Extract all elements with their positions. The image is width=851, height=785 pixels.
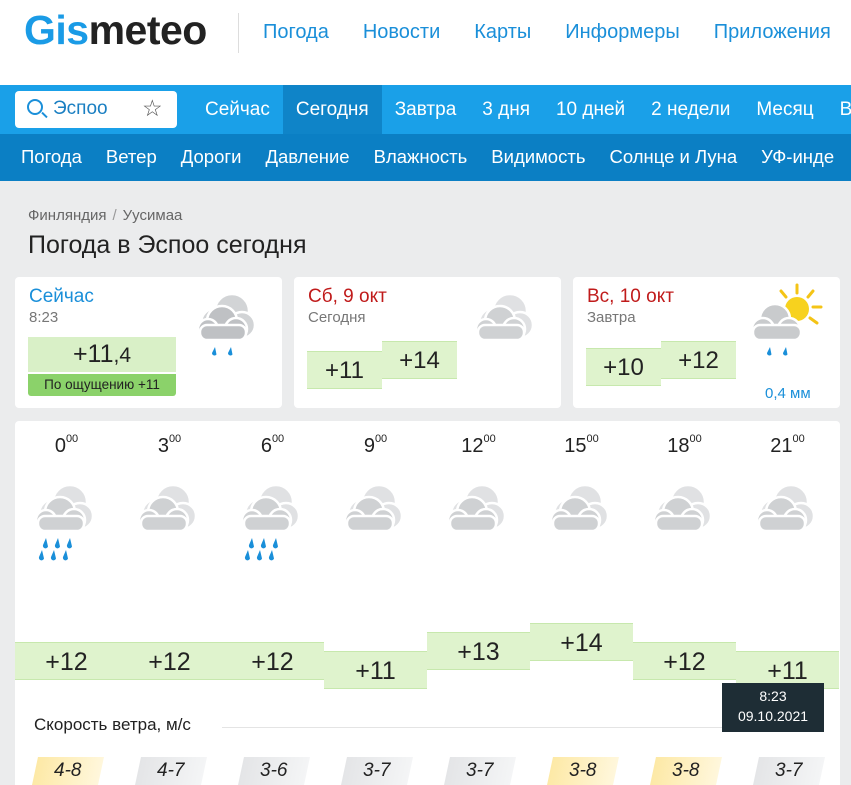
cloud-icon (474, 292, 535, 342)
wind-speed-value: 4-7 (135, 757, 207, 785)
topnav-news[interactable]: Новости (363, 21, 440, 44)
wind-speed-value: 3-7 (753, 757, 825, 785)
breadcrumb-country[interactable]: Финляндия (28, 207, 106, 224)
parameter-tabs: Погода Ветер Дороги Давление Влажность В… (9, 134, 846, 181)
search-icon (27, 99, 43, 115)
wind-speed-value: 3-6 (238, 757, 310, 785)
hour-label: 900 (363, 433, 388, 457)
topnav-weather[interactable]: Погода (263, 21, 329, 44)
tab-tomorrow[interactable]: Завтра (382, 85, 470, 134)
current-time-tooltip: 8:23 09.10.2021 (722, 683, 824, 732)
cloud-icon (541, 476, 621, 571)
cloud-icon (438, 476, 518, 571)
tab-today[interactable]: Сегодня (282, 85, 382, 134)
cloud-icon (129, 476, 209, 571)
sun-cloud-rain-icon (750, 283, 823, 356)
now-title: Сейчас (29, 286, 94, 307)
tomorrow-date: Вс, 10 окт (587, 286, 674, 307)
cloud-icon (644, 476, 724, 571)
hour-label: 600 (260, 433, 285, 457)
page-title: Погода в Эспоо сегодня (28, 231, 307, 259)
hour-label: 2100 (770, 433, 805, 457)
tomorrow-max-temp: +12 (661, 341, 736, 379)
hourly-temperature: +14 (530, 623, 633, 661)
hourly-temperature: +11 (324, 651, 427, 689)
subtab-visibility[interactable]: Видимость (479, 134, 597, 181)
hourly-temperature: +12 (118, 641, 221, 680)
tooltip-date: 09.10.2021 (737, 708, 809, 724)
hourly-column: 600 +12 (221, 421, 324, 785)
wind-divider (222, 727, 722, 728)
wind-speed-label: Скорость ветра, м/с (34, 715, 191, 734)
breadcrumb: Финляндия / Уусимаа (28, 207, 182, 224)
hourly-column: 1800 +12 (633, 421, 736, 785)
tab-month[interactable]: Месяц (743, 85, 826, 134)
today-card[interactable]: Сб, 9 окт Сегодня +11 +14 (294, 277, 561, 408)
wind-speed-value: 3-7 (341, 757, 413, 785)
topnav-informers[interactable]: Информеры (565, 21, 680, 44)
cloud-icon (747, 476, 827, 571)
breadcrumb-region[interactable]: Уусимаа (123, 207, 183, 224)
tab-10-days[interactable]: 10 дней (543, 85, 638, 134)
hour-label: 300 (157, 433, 182, 457)
cloud-rain-icon (196, 292, 257, 356)
tab-3-days[interactable]: 3 дня (469, 85, 543, 134)
subtab-uv-index[interactable]: УФ-инде (749, 134, 846, 181)
today-min-temp: +11 (307, 351, 382, 389)
tomorrow-card[interactable]: Вс, 10 окт Завтра +10 +12 0,4 мм (573, 277, 840, 408)
tab-now[interactable]: Сейчас (192, 85, 283, 134)
today-max-temp: +14 (382, 341, 457, 379)
tab-more[interactable]: В (827, 85, 851, 134)
cloud-rain-icon (26, 476, 106, 571)
hour-label: 1200 (461, 433, 496, 457)
tomorrow-label: Завтра (587, 309, 636, 326)
search-city-input[interactable]: Эспоо (53, 98, 108, 120)
tooltip-time: 8:23 (759, 688, 787, 704)
hourly-column: 900 +11 (324, 421, 427, 785)
hour-label: 000 (54, 433, 79, 457)
hourly-temperature: +12 (15, 641, 118, 680)
subtab-roads[interactable]: Дороги (169, 134, 254, 181)
now-time: 8:23 (29, 309, 59, 326)
hourly-temperature: +13 (427, 632, 530, 671)
hourly-column: 1200 +13 (427, 421, 530, 785)
tab-2-weeks[interactable]: 2 недели (638, 85, 743, 134)
subtab-weather[interactable]: Погода (9, 134, 94, 181)
now-temperature: +11,4 (28, 337, 176, 372)
hour-label: 1800 (667, 433, 702, 457)
breadcrumb-separator: / (112, 207, 117, 224)
tomorrow-min-temp: +10 (586, 348, 661, 386)
today-label: Сегодня (308, 309, 366, 326)
tomorrow-precipitation: 0,4 мм (765, 385, 811, 402)
now-card[interactable]: Сейчас 8:23 +11,4 По ощущению +11 (15, 277, 282, 408)
subtab-sun-moon[interactable]: Солнце и Луна (597, 134, 749, 181)
hourly-temperature: +12 (221, 641, 324, 680)
subtab-wind[interactable]: Ветер (94, 134, 169, 181)
feels-like-badge: По ощущению +11 (28, 374, 176, 396)
cloud-icon (335, 476, 415, 571)
header-divider (238, 13, 239, 53)
site-header: Gismeteo Погода Новости Карты Информеры … (0, 0, 851, 85)
wind-speed-value: 3-7 (444, 757, 516, 785)
hourly-column: 1500 +14 (530, 421, 633, 785)
top-navigation: Погода Новости Карты Информеры Приложени… (263, 21, 851, 44)
period-tabs: Сейчас Сегодня Завтра 3 дня 10 дней 2 не… (192, 85, 851, 134)
wind-speed-value: 3-8 (547, 757, 619, 785)
wind-speed-value: 4-8 (32, 757, 104, 785)
wind-speed-value: 3-8 (650, 757, 722, 785)
topnav-maps[interactable]: Карты (474, 21, 531, 44)
cloud-rain-icon (232, 476, 312, 571)
hour-label: 1500 (564, 433, 599, 457)
today-date: Сб, 9 окт (308, 286, 387, 307)
city-search[interactable]: Эспоо ☆ (15, 91, 177, 128)
favorite-star-icon[interactable]: ☆ (142, 95, 163, 122)
hourly-temperature: +12 (633, 641, 736, 680)
subtab-humidity[interactable]: Влажность (362, 134, 480, 181)
gismeteo-logo[interactable]: Gismeteo (24, 8, 207, 52)
topnav-apps[interactable]: Приложения (714, 21, 831, 44)
subtab-pressure[interactable]: Давление (253, 134, 361, 181)
